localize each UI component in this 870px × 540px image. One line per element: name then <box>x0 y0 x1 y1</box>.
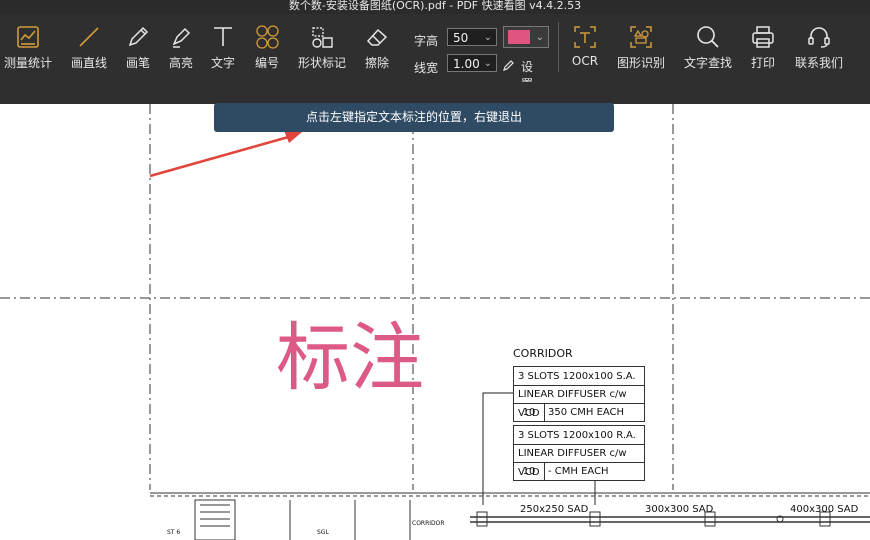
ocr-label: OCR <box>571 54 599 68</box>
highlight-button[interactable]: 高亮 <box>162 14 200 82</box>
headset-icon <box>806 24 832 50</box>
shape-mark-label: 形状标记 <box>297 56 346 70</box>
print-label: 打印 <box>750 56 775 70</box>
diffuser-block-2: 3 SLOTS 1200x100 R.A. LINEAR DIFFUSER c/… <box>513 425 645 481</box>
shape-mark-icon <box>309 24 335 50</box>
pen-icon <box>125 24 151 50</box>
settings-pen-icon <box>503 60 514 71</box>
duct-label-3: 400x300 SAD <box>790 504 859 515</box>
text-icon <box>210 24 236 50</box>
room-label-corridor: CORRIDOR <box>412 520 445 527</box>
contact-us-button[interactable]: 联系我们 <box>792 14 846 82</box>
block1-line1: 3 SLOTS 1200x100 S.A. <box>514 367 644 386</box>
block1-line2: LINEAR DIFFUSER c/w VCD <box>514 385 644 419</box>
print-button[interactable]: 打印 <box>744 14 782 82</box>
chevron-down-icon: ⌄ <box>483 58 492 69</box>
measure-stats-button[interactable]: 测量统计 <box>0 14 56 82</box>
shape-recognition-button[interactable]: 图形识别 <box>614 14 668 82</box>
text-tool-button[interactable]: 文字 <box>204 14 242 82</box>
measure-stats-label: 测量统计 <box>3 56 52 70</box>
line-width-label: 线宽 <box>414 61 439 75</box>
eraser-icon <box>364 24 390 50</box>
text-tool-label: 文字 <box>210 56 235 70</box>
room-label-sgl: SGL <box>317 529 329 536</box>
font-size-select[interactable]: 50 ⌄ <box>447 28 497 46</box>
toolbar-divider <box>558 22 559 72</box>
secondary-bar <box>0 82 870 105</box>
draw-line-button[interactable]: 画直线 <box>64 14 114 82</box>
chevron-down-icon: ⌄ <box>535 32 544 43</box>
block1-qty: 10 <box>514 403 545 422</box>
duct-label-1: 250x250 SAD <box>520 504 589 515</box>
window-title-bar: 数个数-安装设备图纸(OCR).pdf - PDF 快速看图 v4.4.2.53 <box>0 0 870 14</box>
hint-banner: 点击左键指定文本标注的位置，右键退出 <box>214 103 614 132</box>
block1-flow: 350 CMH EACH <box>548 407 625 418</box>
ocr-icon <box>572 24 598 50</box>
pointer-arrow <box>149 134 293 178</box>
duct-label-2: 300x300 SAD <box>645 504 714 515</box>
pen-label: 画笔 <box>125 56 150 70</box>
font-size-value: 50 <box>453 31 469 45</box>
hint-text: 点击左键指定文本标注的位置，右键退出 <box>305 110 522 124</box>
highlight-label: 高亮 <box>168 56 193 70</box>
line-icon <box>76 24 102 50</box>
font-size-label: 字高 <box>414 34 439 48</box>
block2-line1: 3 SLOTS 1200x100 R.A. <box>514 426 644 445</box>
measure-stats-icon <box>15 24 41 50</box>
shape-recognition-label: 图形识别 <box>616 56 665 70</box>
main-toolbar: 测量统计 画直线 画笔 高亮 文字 编号 形状标记 擦除 字高 50 ⌄ ⌄ 线… <box>0 14 870 91</box>
highlighter-icon <box>168 24 194 50</box>
document-canvas[interactable]: 标注 CORRIDOR 3 SLOTS 1200x100 S.A. LINEAR… <box>0 104 870 540</box>
color-picker[interactable]: ⌄ <box>503 26 549 48</box>
block2-flow: - CMH EACH <box>548 466 609 477</box>
pen-button[interactable]: 画笔 <box>120 14 156 82</box>
chevron-down-icon: ⌄ <box>483 32 492 43</box>
diffuser-block-1: 3 SLOTS 1200x100 S.A. LINEAR DIFFUSER c/… <box>513 366 645 422</box>
shape-mark-button[interactable]: 形状标记 <box>294 14 350 82</box>
numbering-icon <box>254 24 280 50</box>
text-search-label: 文字查找 <box>683 56 732 70</box>
numbering-label: 编号 <box>254 56 279 70</box>
color-swatch <box>508 30 530 44</box>
room-label-st6: ST 6 <box>167 529 181 536</box>
text-annotation[interactable]: 标注 <box>276 318 424 398</box>
contact-us-label: 联系我们 <box>794 56 843 70</box>
numbering-button[interactable]: 编号 <box>248 14 286 82</box>
printer-icon <box>750 24 776 50</box>
shape-recognition-icon <box>628 24 654 50</box>
block2-qty: 10 <box>514 462 545 481</box>
corridor-title: CORRIDOR <box>513 347 573 360</box>
line-width-select[interactable]: 1.00 ⌄ <box>447 54 497 72</box>
ocr-button[interactable]: OCR <box>566 14 604 82</box>
draw-line-label: 画直线 <box>70 56 107 70</box>
erase-label: 擦除 <box>364 56 389 70</box>
text-search-button[interactable]: 文字查找 <box>680 14 736 82</box>
window-title: 数个数-安装设备图纸(OCR).pdf - PDF 快速看图 v4.4.2.53 <box>288 0 582 12</box>
erase-button[interactable]: 擦除 <box>358 14 396 82</box>
line-width-value: 1.00 <box>453 57 480 71</box>
search-icon <box>695 24 721 50</box>
drawing-sheet <box>0 104 870 540</box>
block2-line2: LINEAR DIFFUSER c/w VCD <box>514 444 644 478</box>
